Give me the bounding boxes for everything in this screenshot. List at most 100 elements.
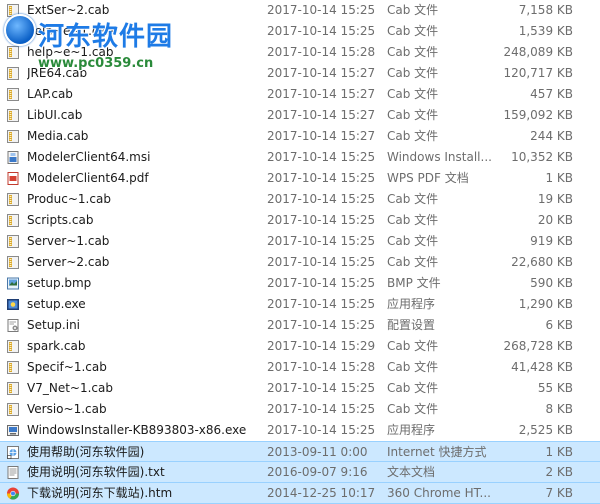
- file-type: Cab 文件: [387, 87, 439, 101]
- file-icon-cell: [6, 231, 24, 252]
- file-row[interactable]: ExtSer~2.cab 2017-10-14 15:25 Cab 文件 7,158 …: [0, 0, 600, 21]
- file-icon-cell: [6, 399, 24, 420]
- msi-installer-icon: [6, 150, 20, 165]
- cab-file-icon: [6, 192, 20, 207]
- file-name: Scripts.cab: [27, 213, 94, 227]
- file-icon-cell: [6, 210, 24, 231]
- file-type: Cab 文件: [387, 24, 439, 38]
- file-name: 使用说明(河东软件园).txt: [27, 465, 165, 479]
- cab-file-icon: [6, 360, 20, 375]
- file-list: ExtSer~2.cab 2017-10-14 15:25 Cab 文件 7,158 …: [0, 0, 600, 504]
- cab-file-icon: [6, 108, 20, 123]
- file-name: ModelerClient64.msi: [27, 150, 151, 164]
- file-date-modified: 2014-12-25 10:17: [267, 486, 376, 500]
- file-row[interactable]: Media.cab 2017-10-14 15:27 Cab 文件 244 KB: [0, 126, 600, 147]
- file-type: 文本文档: [387, 465, 436, 479]
- file-name: Server~1.cab: [27, 234, 110, 248]
- file-type: Cab 文件: [387, 3, 439, 17]
- file-row[interactable]: V7_Net~1.cab 2017-10-14 15:25 Cab 文件 55 KB: [0, 378, 600, 399]
- file-date-modified: 2017-10-14 15:27: [267, 129, 376, 143]
- file-icon-cell: [6, 84, 24, 105]
- file-size: 248,089 KB: [503, 45, 573, 59]
- file-type: Cab 文件: [387, 360, 439, 374]
- file-row[interactable]: 使用帮助(河东软件园) 2013-09-11 0:00 Internet 快捷方式 1…: [0, 441, 600, 462]
- file-date-modified: 2017-10-14 15:25: [267, 297, 376, 311]
- file-row[interactable]: Setup.ini 2017-10-14 15:25 配置设置 6 KB: [0, 315, 600, 336]
- file-name: spark.cab: [27, 339, 86, 353]
- file-date-modified: 2017-10-14 15:27: [267, 66, 376, 80]
- file-icon-cell: [6, 126, 24, 147]
- file-size: 22,680 KB: [511, 255, 573, 269]
- pdf-file-icon: [6, 171, 20, 186]
- file-row[interactable]: setup.bmp 2017-10-14 15:25 BMP 文件 590 KB: [0, 273, 600, 294]
- file-date-modified: 2017-10-14 15:25: [267, 276, 376, 290]
- file-type: Cab 文件: [387, 402, 439, 416]
- file-icon-cell: [6, 294, 24, 315]
- cab-file-icon: [6, 3, 20, 18]
- file-size: 1 KB: [545, 171, 573, 185]
- bmp-image-icon: [6, 276, 20, 291]
- file-type: Cab 文件: [387, 108, 439, 122]
- file-icon-cell: [6, 442, 24, 463]
- ini-settings-icon: [6, 318, 20, 333]
- file-row[interactable]: 使用说明(河东软件园).txt 2016-09-07 9:16 文本文档 2 KB: [0, 462, 600, 483]
- file-type: Cab 文件: [387, 339, 439, 353]
- file-row[interactable]: 下载说明(河东下载站).htm 2014-12-25 10:17 360 Chrom…: [0, 483, 600, 504]
- file-date-modified: 2017-10-14 15:25: [267, 24, 376, 38]
- file-date-modified: 2017-10-14 15:25: [267, 255, 376, 269]
- file-type: Internet 快捷方式: [387, 445, 487, 459]
- file-size: 7 KB: [545, 486, 573, 500]
- file-row[interactable]: ModelerClient64.msi 2017-10-14 15:25 Windo…: [0, 147, 600, 168]
- file-date-modified: 2017-10-14 15:25: [267, 150, 376, 164]
- file-date-modified: 2017-10-14 15:25: [267, 171, 376, 185]
- file-row[interactable]: Server~1.cab 2017-10-14 15:25 Cab 文件 919 KB: [0, 231, 600, 252]
- file-row[interactable]: help~e~1.cab 2017-10-14 15:25 Cab 文件 1,539 …: [0, 21, 600, 42]
- file-row[interactable]: ModelerClient64.pdf 2017-10-14 15:25 WPS P…: [0, 168, 600, 189]
- file-row[interactable]: Produc~1.cab 2017-10-14 15:25 Cab 文件 19 KB: [0, 189, 600, 210]
- file-icon-cell: [6, 105, 24, 126]
- file-icon-cell: [6, 357, 24, 378]
- file-size: 120,717 KB: [503, 66, 573, 80]
- file-type: Windows Install...: [387, 150, 492, 164]
- file-date-modified: 2017-10-14 15:28: [267, 45, 376, 59]
- file-size: 10,352 KB: [511, 150, 573, 164]
- file-type: Cab 文件: [387, 45, 439, 59]
- file-date-modified: 2016-09-07 9:16: [267, 465, 368, 479]
- file-row[interactable]: help~e~1.cab 2017-10-14 15:28 Cab 文件 248,08…: [0, 42, 600, 63]
- cab-file-icon: [6, 45, 20, 60]
- file-row[interactable]: Server~2.cab 2017-10-14 15:25 Cab 文件 22,680…: [0, 252, 600, 273]
- file-name: help~e~1.cab: [27, 24, 114, 38]
- file-name: setup.bmp: [27, 276, 92, 290]
- file-name: LAP.cab: [27, 87, 73, 101]
- file-row[interactable]: LibUI.cab 2017-10-14 15:27 Cab 文件 159,092 K…: [0, 105, 600, 126]
- file-size: 244 KB: [530, 129, 573, 143]
- file-icon-cell: [6, 42, 24, 63]
- file-row[interactable]: LAP.cab 2017-10-14 15:27 Cab 文件 457 KB: [0, 84, 600, 105]
- cab-file-icon: [6, 339, 20, 354]
- file-type: Cab 文件: [387, 129, 439, 143]
- file-row[interactable]: Scripts.cab 2017-10-14 15:25 Cab 文件 20 KB: [0, 210, 600, 231]
- file-type: Cab 文件: [387, 213, 439, 227]
- file-row[interactable]: Specif~1.cab 2017-10-14 15:28 Cab 文件 41,428…: [0, 357, 600, 378]
- file-date-modified: 2013-09-11 0:00: [267, 445, 368, 459]
- file-row[interactable]: Versio~1.cab 2017-10-14 15:25 Cab 文件 8 KB: [0, 399, 600, 420]
- cab-file-icon: [6, 255, 20, 270]
- file-date-modified: 2017-10-14 15:25: [267, 402, 376, 416]
- file-row[interactable]: setup.exe 2017-10-14 15:25 应用程序 1,290 KB: [0, 294, 600, 315]
- file-icon-cell: [6, 63, 24, 84]
- file-row[interactable]: WindowsInstaller-KB893803-x86.exe 2017-10…: [0, 420, 600, 441]
- file-size: 7,158 KB: [518, 3, 573, 17]
- file-row[interactable]: spark.cab 2017-10-14 15:29 Cab 文件 268,728 K…: [0, 336, 600, 357]
- file-icon-cell: [6, 147, 24, 168]
- cab-file-icon: [6, 213, 20, 228]
- file-icon-cell: [6, 420, 24, 441]
- file-type: 应用程序: [387, 423, 436, 437]
- file-date-modified: 2017-10-14 15:27: [267, 87, 376, 101]
- cab-file-icon: [6, 402, 20, 417]
- file-size: 8 KB: [545, 402, 573, 416]
- file-row[interactable]: JRE64.cab 2017-10-14 15:27 Cab 文件 120,717 K…: [0, 63, 600, 84]
- file-icon-cell: [6, 378, 24, 399]
- file-date-modified: 2017-10-14 15:25: [267, 192, 376, 206]
- file-icon-cell: [6, 462, 24, 483]
- file-type: Cab 文件: [387, 255, 439, 269]
